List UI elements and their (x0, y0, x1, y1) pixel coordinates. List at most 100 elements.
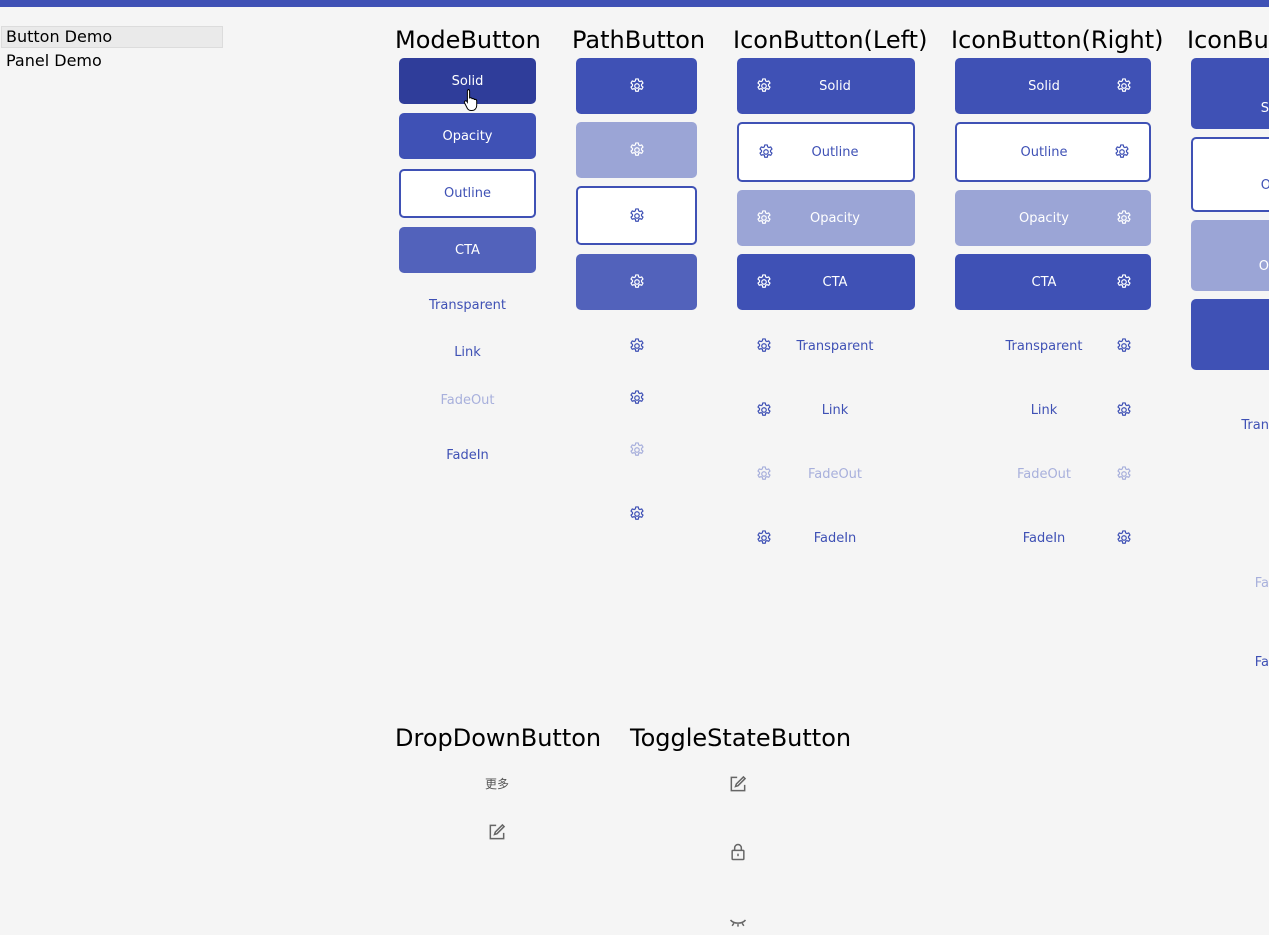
modebutton-title: ModeButton (395, 26, 541, 54)
button-label: Link (1030, 402, 1058, 418)
gear-icon (628, 389, 646, 407)
path-fadein-button[interactable] (576, 501, 697, 527)
button-label: FadeOut (807, 466, 863, 482)
dropdownbutton-title: DropDownButton (395, 724, 602, 752)
button-label: Outline (811, 144, 859, 160)
gear-icon (628, 273, 646, 291)
button-label: Fa (1254, 575, 1269, 591)
mode-cta-button[interactable]: CTA (399, 227, 536, 273)
icon-left-solid-button[interactable]: Solid (737, 58, 915, 114)
eye-closed-icon[interactable] (728, 915, 748, 935)
icon-right-cta-button[interactable]: CTA (955, 254, 1151, 310)
path-opacity-button[interactable] (576, 122, 697, 178)
nav-item-button-demo[interactable]: Button Demo (1, 26, 223, 48)
button-label: Outline (1020, 144, 1068, 160)
iconbutton-clipped-title: IconBu (1187, 26, 1269, 54)
gear-icon (628, 337, 646, 355)
edit-icon[interactable] (728, 774, 748, 794)
gear-icon (628, 505, 646, 523)
clipped-solid-button[interactable]: S (1191, 58, 1269, 129)
nav-item-panel-demo[interactable]: Panel Demo (1, 50, 223, 72)
gear-icon (628, 141, 646, 159)
mode-solid-button[interactable]: Solid (399, 58, 536, 104)
icon-left-transparent-button[interactable]: Transparent (737, 333, 915, 359)
button-label: FadeIn (1022, 530, 1066, 546)
gear-icon (1115, 273, 1133, 291)
path-solid-button[interactable] (576, 58, 697, 114)
mode-transparent-button[interactable]: Transparent (399, 290, 536, 320)
icon-left-link-button[interactable]: Link (737, 397, 915, 423)
top-accent-bar (0, 0, 1269, 7)
gear-icon (1115, 337, 1133, 355)
gear-icon (628, 207, 646, 225)
pathbutton-title: PathButton (572, 26, 706, 54)
icon-right-fadeout-button[interactable]: FadeOut (955, 461, 1151, 487)
button-label: Opacity (809, 210, 860, 226)
button-label: CTA (822, 274, 848, 290)
edit-icon[interactable] (487, 822, 507, 842)
more-dropdown-button[interactable]: 更多 (485, 775, 509, 792)
path-cta-button[interactable] (576, 254, 697, 310)
gear-icon (628, 77, 646, 95)
clipped-cta-button[interactable] (1191, 299, 1269, 370)
sidebar-nav: Button Demo Panel Demo (1, 26, 223, 72)
button-label: Transparent (1005, 338, 1083, 354)
gear-icon (755, 401, 773, 419)
path-outline-button[interactable] (576, 186, 697, 245)
mode-fadeout-button[interactable]: FadeOut (399, 385, 536, 415)
clipped-fadein-button[interactable]: Fa (1191, 649, 1269, 675)
mode-outline-button[interactable]: Outline (399, 169, 536, 218)
gear-icon (757, 143, 775, 161)
icon-right-outline-button[interactable]: Outline (955, 122, 1151, 182)
mode-opacity-button[interactable]: Opacity (399, 113, 536, 159)
icon-left-outline-button[interactable]: Outline (737, 122, 915, 182)
gear-icon (1115, 465, 1133, 483)
gear-icon (755, 465, 773, 483)
icon-left-opacity-button[interactable]: Opacity (737, 190, 915, 246)
icon-left-fadeout-button[interactable]: FadeOut (737, 461, 915, 487)
button-label: FadeOut (1016, 466, 1072, 482)
button-label: Transparent (796, 338, 874, 354)
iconbutton-right-title: IconButton(Right) (951, 26, 1164, 54)
gear-icon (1115, 529, 1133, 547)
icon-right-opacity-button[interactable]: Opacity (955, 190, 1151, 246)
clipped-outline-button[interactable]: O (1191, 137, 1269, 212)
button-label: S (1260, 101, 1269, 116)
button-label: Solid (1028, 78, 1060, 94)
iconbutton-left-title: IconButton(Left) (733, 26, 928, 54)
gear-icon (755, 529, 773, 547)
gear-icon (755, 77, 773, 95)
icon-left-cta-button[interactable]: CTA (737, 254, 915, 310)
button-label: CTA (1031, 274, 1057, 290)
gear-icon (755, 209, 773, 227)
gear-icon (1115, 401, 1133, 419)
gear-icon (1115, 77, 1133, 95)
clipped-transparent-button[interactable]: Tran (1191, 412, 1269, 438)
gear-icon (755, 273, 773, 291)
button-label: O (1258, 259, 1269, 274)
mode-fadein-button[interactable]: FadeIn (399, 440, 536, 470)
gear-icon (1113, 143, 1131, 161)
button-label: Tran (1241, 417, 1269, 433)
button-label: Opacity (1018, 210, 1069, 226)
gear-icon (628, 441, 646, 459)
mode-link-button[interactable]: Link (399, 337, 536, 367)
button-label: FadeIn (813, 530, 857, 546)
icon-right-link-button[interactable]: Link (955, 397, 1151, 423)
lock-icon[interactable] (728, 842, 748, 862)
togglestatebutton-title: ToggleStateButton (630, 724, 852, 752)
icon-right-solid-button[interactable]: Solid (955, 58, 1151, 114)
button-label: Link (821, 402, 849, 418)
path-transparent-button[interactable] (576, 333, 697, 359)
icon-left-fadein-button[interactable]: FadeIn (737, 525, 915, 551)
gear-icon (755, 337, 773, 355)
path-fadeout-button[interactable] (576, 437, 697, 463)
clipped-fadeout-button[interactable]: Fa (1191, 570, 1269, 596)
path-link-button[interactable] (576, 385, 697, 411)
icon-right-fadein-button[interactable]: FadeIn (955, 525, 1151, 551)
button-label: Solid (819, 78, 851, 94)
icon-right-transparent-button[interactable]: Transparent (955, 333, 1151, 359)
clipped-opacity-button[interactable]: O (1191, 220, 1269, 291)
gear-icon (1115, 209, 1133, 227)
button-label: O (1261, 178, 1269, 193)
